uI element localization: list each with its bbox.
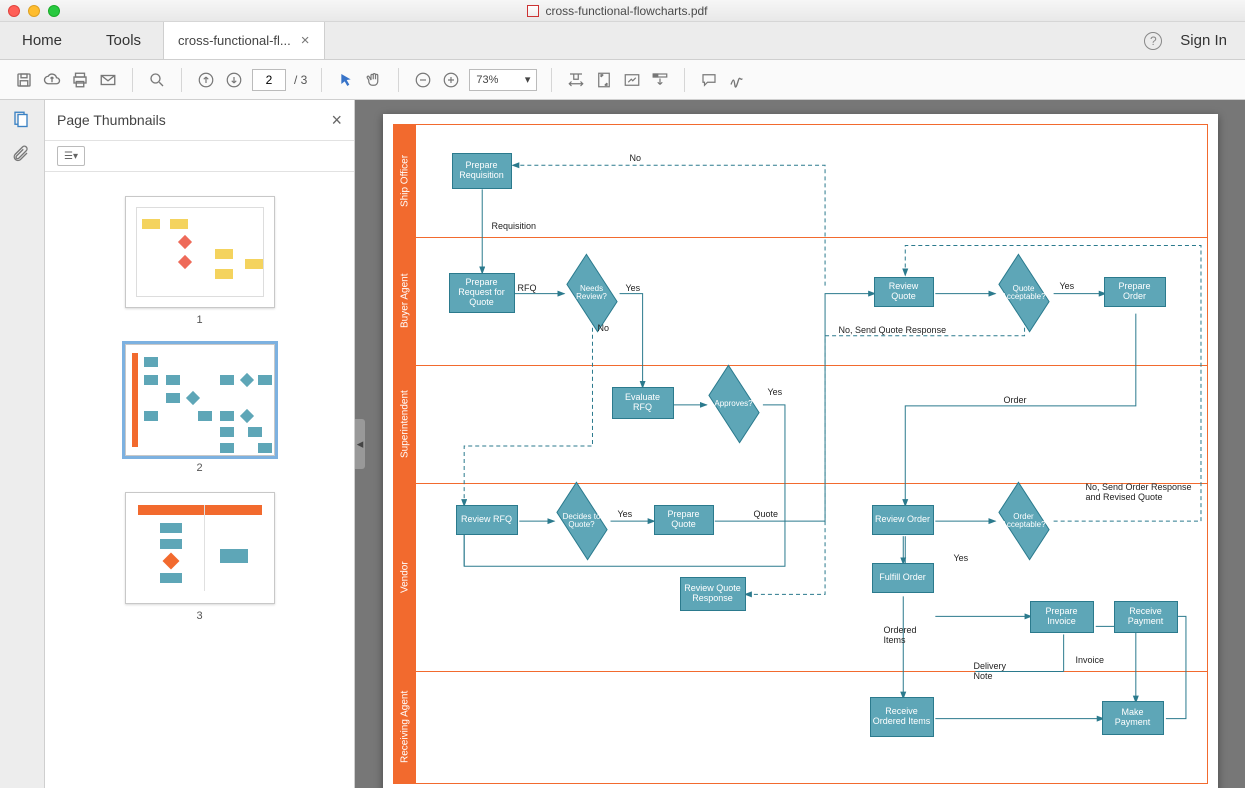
window-titlebar: cross-functional-flowcharts.pdf (0, 0, 1245, 22)
thumbnails-sidebar: Page Thumbnails × ☰▾ 1 (45, 100, 355, 788)
edge-delivery-note: Delivery Note (974, 661, 1024, 681)
prev-page-icon[interactable] (196, 70, 216, 90)
node-decides-quote: Decides to Quote? (554, 503, 610, 539)
node-review-quote: Review Quote (874, 277, 934, 307)
close-panel-icon[interactable]: × (331, 110, 342, 131)
zoom-in-icon[interactable] (441, 70, 461, 90)
window-title-text: cross-functional-flowcharts.pdf (545, 4, 707, 18)
thumbnail-label: 2 (196, 462, 202, 474)
edge-yes3: Yes (618, 509, 633, 519)
document-tab[interactable]: cross-functional-fl... × (163, 22, 324, 59)
thumbnail-label: 1 (196, 314, 202, 326)
edge-order: Order (1004, 395, 1027, 405)
edge-no-send-qr: No, Send Quote Response (839, 325, 947, 335)
lane-superintendent: Superintendent (394, 365, 416, 483)
thumbnail-page-2[interactable]: 2 (125, 344, 275, 474)
node-approves: Approves? (706, 386, 762, 422)
node-prepare-rfq: Prepare Request for Quote (449, 273, 515, 313)
app-tabstrip: Home Tools cross-functional-fl... × ? Si… (0, 22, 1245, 60)
node-fulfill-order: Fulfill Order (872, 563, 934, 593)
edge-yes4: Yes (1060, 281, 1075, 291)
minimize-window-button[interactable] (28, 5, 40, 17)
hand-tool-icon[interactable] (364, 70, 384, 90)
node-receive-items: Receive Ordered Items (870, 697, 934, 737)
node-evaluate-rfq: Evaluate RFQ (612, 387, 674, 419)
tools-tab-label: Tools (106, 32, 141, 49)
main-toolbar: / 3 73% ▾ (0, 60, 1245, 100)
node-prepare-order: Prepare Order (1104, 277, 1166, 307)
thumbnails-panel-icon[interactable] (12, 110, 32, 130)
node-order-acceptable: Order Acceptable? (996, 503, 1052, 539)
thumbnail-page-1[interactable]: 1 (125, 196, 275, 326)
search-icon[interactable] (147, 70, 167, 90)
node-prepare-invoice: Prepare Invoice (1030, 601, 1094, 633)
thumbnail-list: 1 (45, 172, 354, 788)
page-number-input[interactable] (252, 69, 286, 91)
print-icon[interactable] (70, 70, 90, 90)
sign-in-link[interactable]: Sign In (1180, 32, 1227, 49)
edge-yes1: Yes (626, 283, 641, 293)
attachments-panel-icon[interactable] (12, 144, 32, 164)
sidebar-title: Page Thumbnails (57, 112, 166, 128)
node-review-quote-response: Review Quote Response (680, 577, 746, 611)
close-tab-icon[interactable]: × (301, 32, 310, 49)
edge-no-top: No (630, 153, 642, 163)
fit-width-icon[interactable] (566, 70, 586, 90)
edge-no1: No (598, 323, 610, 333)
home-tab[interactable]: Home (0, 22, 84, 59)
fullscreen-icon[interactable] (622, 70, 642, 90)
thumbnail-label: 3 (196, 610, 202, 622)
document-viewport[interactable]: ◂ Ship Officer Buyer Agent Superintenden… (355, 100, 1245, 788)
flowchart: Ship Officer Buyer Agent Superintendent … (393, 124, 1208, 784)
edge-invoice: Invoice (1076, 655, 1105, 665)
comment-icon[interactable] (699, 70, 719, 90)
window-title: cross-functional-flowcharts.pdf (60, 4, 1175, 18)
sign-icon[interactable] (727, 70, 747, 90)
node-review-order: Review Order (872, 505, 934, 535)
page-canvas: Ship Officer Buyer Agent Superintendent … (383, 114, 1218, 788)
lane-vendor: Vendor (394, 483, 416, 671)
lane-receiving-agent: Receiving Agent (394, 671, 416, 783)
email-icon[interactable] (98, 70, 118, 90)
zoom-out-icon[interactable] (413, 70, 433, 90)
nav-rail (0, 100, 45, 788)
node-make-payment: Make Payment (1102, 701, 1164, 735)
node-prepare-requisition: Prepare Requisition (452, 153, 512, 189)
edge-yes5: Yes (954, 553, 969, 563)
pdf-file-icon (527, 5, 539, 17)
node-receive-payment: Receive Payment (1114, 601, 1178, 633)
home-tab-label: Home (22, 32, 62, 49)
window-controls (8, 5, 60, 17)
edge-quote: Quote (754, 509, 779, 519)
page-total-label: / 3 (294, 73, 307, 87)
lane-buyer-agent: Buyer Agent (394, 237, 416, 365)
node-quote-acceptable: Quote Acceptable? (996, 275, 1052, 311)
edge-requisition: Requisition (492, 221, 537, 231)
edge-ordered-items: Ordered Items (884, 625, 934, 645)
edge-yes2: Yes (768, 387, 783, 397)
save-icon[interactable] (14, 70, 34, 90)
node-needs-review: Needs Review? (564, 275, 620, 311)
selection-tool-icon[interactable] (336, 70, 356, 90)
node-review-rfq: Review RFQ (456, 505, 518, 535)
read-mode-icon[interactable] (650, 70, 670, 90)
next-page-icon[interactable] (224, 70, 244, 90)
zoom-window-button[interactable] (48, 5, 60, 17)
node-prepare-quote: Prepare Quote (654, 505, 714, 535)
collapse-sidebar-handle[interactable]: ◂ (355, 419, 365, 469)
edge-no-send-or: No, Send Order Response and Revised Quot… (1086, 483, 1206, 503)
help-icon[interactable]: ? (1144, 32, 1162, 50)
close-window-button[interactable] (8, 5, 20, 17)
edge-rfq: RFQ (518, 283, 537, 293)
document-tab-label: cross-functional-fl... (178, 33, 291, 48)
tools-tab[interactable]: Tools (84, 22, 163, 59)
zoom-value: 73% (476, 74, 498, 86)
thumbnail-options-button[interactable]: ☰▾ (57, 146, 85, 166)
lane-ship-officer: Ship Officer (394, 125, 416, 237)
cloud-icon[interactable] (42, 70, 62, 90)
zoom-select[interactable]: 73% ▾ (469, 69, 537, 91)
chevron-down-icon: ▾ (525, 73, 531, 86)
thumbnail-page-3[interactable]: 3 (125, 492, 275, 622)
fit-page-icon[interactable] (594, 70, 614, 90)
